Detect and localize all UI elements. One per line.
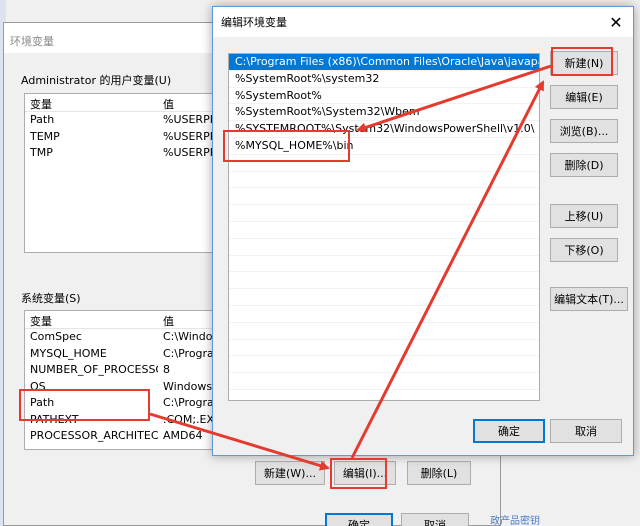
activation-watermark: 政产品密钥 xyxy=(490,516,540,526)
variable-name: TEMP xyxy=(30,129,60,143)
highlight-new-path-entry xyxy=(223,130,350,162)
close-icon[interactable]: ✕ xyxy=(605,11,627,33)
header-variable[interactable]: 变量 xyxy=(25,94,158,111)
sys-vars-list[interactable]: 变量 值 ComSpec C:\Windows MYSQL_HOME C:\Progr… xyxy=(24,310,224,450)
empty-path-slot[interactable] xyxy=(229,340,539,357)
user-vars-list[interactable]: 变量 值 Path%USERPROFILE%TEMP%USERPROFILE%T… xyxy=(24,93,224,253)
highlight-path-row xyxy=(19,389,150,421)
variable-name: MYSQL_HOME xyxy=(30,346,107,360)
empty-path-slot[interactable] xyxy=(229,188,539,206)
empty-path-slot[interactable] xyxy=(229,323,539,340)
sys-var-row[interactable]: ComSpec C:\Windows xyxy=(25,329,223,346)
empty-path-slot[interactable] xyxy=(229,373,539,390)
user-vars-group-label: Administrator 的用户变量(U) xyxy=(21,74,172,87)
sys-vars-group-label: 系统变量(S) xyxy=(21,292,81,305)
dialog-titlebar: 编辑环境变量 ✕ xyxy=(213,7,633,37)
empty-path-slot[interactable] xyxy=(229,239,539,256)
path-delete-button[interactable]: 删除(D) xyxy=(550,153,618,177)
path-entry[interactable]: %SystemRoot%\system32 xyxy=(229,71,539,88)
path-entry[interactable]: %SystemRoot% xyxy=(229,88,539,105)
variable-name: Path xyxy=(30,113,55,126)
path-browse-button[interactable]: 浏览(B)... xyxy=(550,119,618,143)
path-move-up-button[interactable]: 上移(U) xyxy=(550,204,618,228)
path-entries-list[interactable]: C:\Program Files (x86)\Common Files\Orac… xyxy=(228,53,540,401)
empty-path-slot[interactable] xyxy=(229,256,539,273)
sys-var-row[interactable]: PROCESSOR_ARCHITECT...AMD64 xyxy=(25,428,223,445)
user-var-row[interactable]: Path%USERPROFILE% xyxy=(25,112,223,129)
dialog-cancel-button[interactable]: 取消 xyxy=(550,419,622,443)
dialog-ok-button[interactable]: 确定 xyxy=(473,419,545,443)
empty-path-slot[interactable] xyxy=(229,222,539,239)
sys-var-row[interactable]: NUMBER_OF_PROCESSORS8 xyxy=(25,362,223,379)
path-entry[interactable]: %SystemRoot%\System32\Wbem xyxy=(229,104,539,122)
path-edit-button[interactable]: 编辑(E) xyxy=(550,85,618,109)
empty-path-slot[interactable] xyxy=(229,289,539,306)
path-edit-text-button[interactable]: 编辑文本(T)... xyxy=(550,287,628,311)
user-var-row[interactable]: TEMP%USERPROFILE% xyxy=(25,129,223,146)
dialog-title: 编辑环境变量 xyxy=(221,16,287,29)
variable-name: NUMBER_OF_PROCESSORS xyxy=(30,363,158,376)
sys-vars-header: 变量 值 xyxy=(25,311,223,329)
highlight-edit-button xyxy=(330,458,387,489)
highlight-new-button xyxy=(551,47,613,76)
user-vars-header: 变量 值 xyxy=(25,94,223,112)
empty-path-slot[interactable] xyxy=(229,306,539,323)
empty-path-slot[interactable] xyxy=(229,205,539,222)
empty-path-slot[interactable] xyxy=(229,272,539,290)
empty-path-slot[interactable] xyxy=(229,356,539,374)
ok-button[interactable]: 确定 xyxy=(325,513,393,526)
path-entry[interactable]: C:\Program Files (x86)\Common Files\Orac… xyxy=(229,54,539,71)
header-variable[interactable]: 变量 xyxy=(25,311,158,328)
cancel-button[interactable]: 取消 xyxy=(401,513,469,526)
variable-name: ComSpec xyxy=(30,330,82,343)
empty-path-slot[interactable] xyxy=(229,172,539,189)
sys-new-button[interactable]: 新建(W)... xyxy=(255,461,325,485)
path-move-down-button[interactable]: 下移(O) xyxy=(550,238,618,262)
sys-delete-button[interactable]: 删除(L) xyxy=(407,461,471,485)
user-var-row[interactable]: TMP%USERPROFILE% xyxy=(25,145,223,162)
sys-var-row[interactable]: MYSQL_HOME C:\Program xyxy=(25,346,223,363)
variable-name: PROCESSOR_ARCHITECT... xyxy=(30,429,158,442)
variable-name: TMP xyxy=(30,146,53,159)
